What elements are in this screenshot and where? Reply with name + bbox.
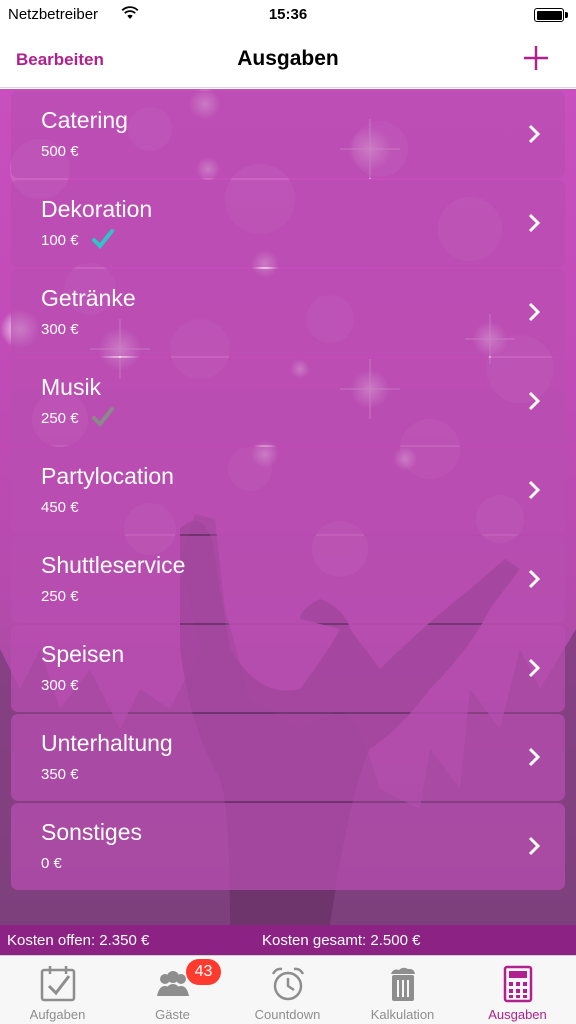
item-amount: 300 € bbox=[41, 677, 79, 694]
page-title: Ausgaben bbox=[237, 47, 339, 70]
list-item[interactable]: Getränke 300 € bbox=[11, 269, 565, 356]
chevron-right-icon bbox=[528, 569, 541, 589]
checkmark-icon bbox=[92, 229, 114, 249]
list-item[interactable]: Sonstiges 0 € bbox=[11, 803, 565, 890]
guests-count-badge: 43 bbox=[186, 959, 221, 985]
tab-label: Countdown bbox=[254, 1007, 321, 1022]
item-amount: 250 € bbox=[41, 410, 79, 427]
list-item[interactable]: Partylocation 450 € bbox=[11, 447, 565, 534]
tab-label: Gäste bbox=[155, 1007, 190, 1022]
item-amount: 0 € bbox=[41, 855, 62, 872]
item-name: Unterhaltung bbox=[41, 730, 173, 756]
tab-bar: Aufgaben Gäste Countdown Kalkulation Aus… bbox=[0, 955, 576, 1024]
plus-icon[interactable] bbox=[522, 44, 550, 72]
item-name: Speisen bbox=[41, 641, 125, 667]
tab-ausgaben[interactable]: Ausgaben bbox=[460, 956, 575, 1024]
item-amount: 250 € bbox=[41, 588, 79, 605]
list-item[interactable]: Musik 250 € bbox=[11, 358, 565, 445]
tab-aufgaben[interactable]: Aufgaben bbox=[0, 956, 115, 1024]
list-item[interactable]: Unterhaltung 350 € bbox=[11, 714, 565, 801]
chevron-right-icon bbox=[528, 747, 541, 767]
chevron-right-icon bbox=[528, 213, 541, 233]
item-amount: 500 € bbox=[41, 143, 79, 160]
chevron-right-icon bbox=[528, 480, 541, 500]
item-name: Partylocation bbox=[41, 463, 174, 489]
item-amount: 300 € bbox=[41, 321, 79, 338]
item-amount: 450 € bbox=[41, 499, 79, 516]
beer-glass-icon bbox=[391, 967, 415, 1001]
chevron-right-icon bbox=[528, 391, 541, 411]
open-costs-label: Kosten offen: 2.350 € bbox=[7, 932, 150, 949]
item-name: Sonstiges bbox=[41, 819, 143, 845]
tab-label: Aufgaben bbox=[29, 1007, 86, 1022]
item-name: Dekoration bbox=[41, 196, 153, 222]
navigation-bar: Bearbeiten Ausgaben bbox=[0, 30, 576, 88]
item-name: Catering bbox=[41, 107, 128, 133]
list-item[interactable]: Shuttleservice 250 € bbox=[11, 536, 565, 623]
tab-countdown[interactable]: Countdown bbox=[230, 956, 345, 1024]
clock-time: 15:36 bbox=[268, 6, 308, 23]
item-name: Getränke bbox=[41, 285, 136, 311]
chevron-right-icon bbox=[528, 302, 541, 322]
list-item[interactable]: Dekoration 100 € bbox=[11, 180, 565, 267]
tab-kalkulation[interactable]: Kalkulation bbox=[345, 956, 460, 1024]
item-name: Shuttleservice bbox=[41, 552, 186, 578]
tab-label: Ausgaben bbox=[488, 1007, 547, 1022]
list-item[interactable]: Catering 500 € bbox=[11, 91, 565, 178]
totals-bar: Kosten offen: 2.350 € Kosten gesamt: 2.5… bbox=[0, 925, 576, 955]
item-amount: 350 € bbox=[41, 766, 79, 783]
chevron-right-icon bbox=[528, 836, 541, 856]
list-item[interactable]: Speisen 300 € bbox=[11, 625, 565, 712]
checklist-icon bbox=[40, 966, 76, 1002]
item-amount: 100 € bbox=[41, 232, 79, 249]
chevron-right-icon bbox=[528, 124, 541, 144]
tab-label: Kalkulation bbox=[370, 1007, 435, 1022]
calculator-icon bbox=[503, 965, 533, 1003]
total-costs-label: Kosten gesamt: 2.500 € bbox=[262, 932, 421, 949]
chevron-right-icon bbox=[528, 658, 541, 678]
item-name: Musik bbox=[41, 374, 102, 400]
alarm-clock-icon bbox=[271, 967, 305, 1001]
status-bar: Netzbetreiber 15:36 bbox=[0, 0, 576, 30]
checkmark-icon bbox=[92, 407, 114, 427]
battery-icon bbox=[534, 8, 568, 22]
